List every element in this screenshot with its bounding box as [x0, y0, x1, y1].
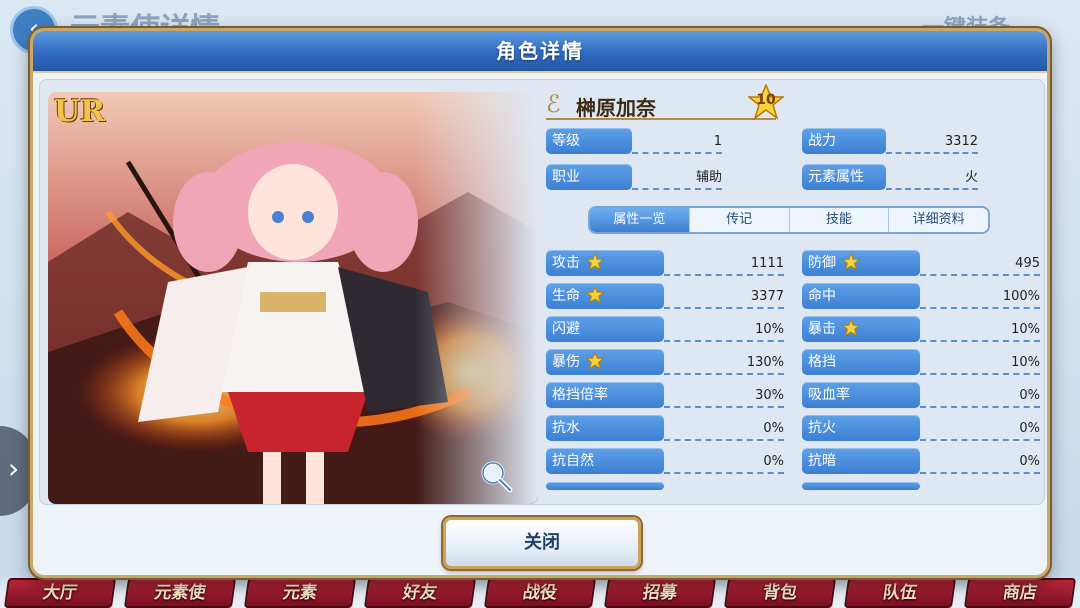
- stat-label: 吸血率: [802, 382, 920, 408]
- star-level-number: 10: [756, 92, 776, 108]
- nav-lobby[interactable]: 大厅: [3, 578, 117, 608]
- dialog-title: 角色详情: [496, 39, 584, 63]
- stat-label: 暴伤: [546, 349, 664, 375]
- stat-label: 抗暗: [802, 448, 920, 474]
- close-button[interactable]: 关闭: [443, 517, 641, 569]
- nav-elementals[interactable]: 元素使: [123, 578, 237, 608]
- stats-list[interactable]: 攻击 1111 防御 495 生命 3377 命中 100% 闪避 10% 暴击…: [546, 250, 1042, 490]
- dialog-content: UR ℰ 榊原加奈 10 等级 1 战力 3312 职业 辅助 元素属性 火 属…: [39, 79, 1045, 505]
- stat-label: 抗自然: [546, 448, 664, 474]
- tab-biography[interactable]: 传记: [690, 208, 790, 232]
- stat-value: 0%: [920, 415, 1040, 441]
- star-icon: [586, 253, 604, 271]
- stat-label: 格挡倍率: [546, 382, 664, 408]
- portrait-artwork: [48, 92, 538, 504]
- star-icon: [586, 286, 604, 304]
- stat-label: 闪避: [546, 316, 664, 342]
- stat-value: 495: [920, 250, 1040, 276]
- class-value: 辅助: [632, 164, 722, 190]
- character-portrait: UR: [48, 92, 538, 504]
- nav-shop[interactable]: 商店: [963, 578, 1077, 608]
- nav-recruit[interactable]: 招募: [603, 578, 717, 608]
- tab-skills[interactable]: 技能: [790, 208, 890, 232]
- power-label: 战力: [802, 128, 886, 154]
- power-value: 3312: [886, 128, 978, 154]
- class-label: 职业: [546, 164, 632, 190]
- stat-label: 生命: [546, 283, 664, 309]
- stat-value: 1111: [664, 250, 784, 276]
- star-icon: [842, 319, 860, 337]
- element-value: 火: [886, 164, 978, 190]
- stat-value: 0%: [664, 448, 784, 474]
- nav-team[interactable]: 队伍: [843, 578, 957, 608]
- stat-label: 防御: [802, 250, 920, 276]
- stat-label: 抗火: [802, 415, 920, 441]
- element-label: 元素属性: [802, 164, 886, 190]
- level-label: 等级: [546, 128, 632, 154]
- character-detail-dialog: 角色详情 UR ℰ 榊原加奈 10 等级 1 战力 3312 职业 辅助 元素属…: [30, 28, 1050, 578]
- stat-value: 100%: [920, 283, 1040, 309]
- nav-elements[interactable]: 元素: [243, 578, 357, 608]
- stat-value: 10%: [664, 316, 784, 342]
- nav-campaign[interactable]: 战役: [483, 578, 597, 608]
- stat-label: 命中: [802, 283, 920, 309]
- star-icon: [842, 253, 860, 271]
- character-name-row: ℰ 榊原加奈: [546, 90, 776, 120]
- stat-value: 130%: [664, 349, 784, 375]
- flourish-icon: ℰ: [546, 90, 561, 118]
- star-icon: [586, 352, 604, 370]
- stat-value: 30%: [664, 382, 784, 408]
- stat-label: 暴击: [802, 316, 920, 342]
- stat-value: 10%: [920, 349, 1040, 375]
- rarity-badge: UR: [54, 94, 106, 129]
- star-level-badge: 10: [748, 84, 784, 120]
- stat-row-partial: [802, 482, 920, 490]
- character-info-panel: ℰ 榊原加奈 10 等级 1 战力 3312 职业 辅助 元素属性 火 属性一览…: [538, 80, 1044, 504]
- stat-label: 格挡: [802, 349, 920, 375]
- nav-friends[interactable]: 好友: [363, 578, 477, 608]
- character-name: 榊原加奈: [576, 96, 656, 120]
- stat-label: 抗水: [546, 415, 664, 441]
- stat-label: 攻击: [546, 250, 664, 276]
- level-value: 1: [632, 128, 722, 154]
- tab-details[interactable]: 详细资料: [889, 208, 988, 232]
- detail-tabs: 属性一览 传记 技能 详细资料: [588, 206, 990, 234]
- magnifier-icon[interactable]: [478, 458, 514, 494]
- stat-row-partial: [546, 482, 664, 490]
- dialog-header: 角色详情: [33, 31, 1047, 73]
- stat-value: 10%: [920, 316, 1040, 342]
- tab-attributes[interactable]: 属性一览: [590, 208, 690, 232]
- nav-bag[interactable]: 背包: [723, 578, 837, 608]
- bottom-nav: 大厅 元素使 元素 好友 战役 招募 背包 队伍 商店: [0, 574, 1080, 608]
- stat-value: 0%: [664, 415, 784, 441]
- stat-value: 0%: [920, 448, 1040, 474]
- stat-value: 0%: [920, 382, 1040, 408]
- stat-value: 3377: [664, 283, 784, 309]
